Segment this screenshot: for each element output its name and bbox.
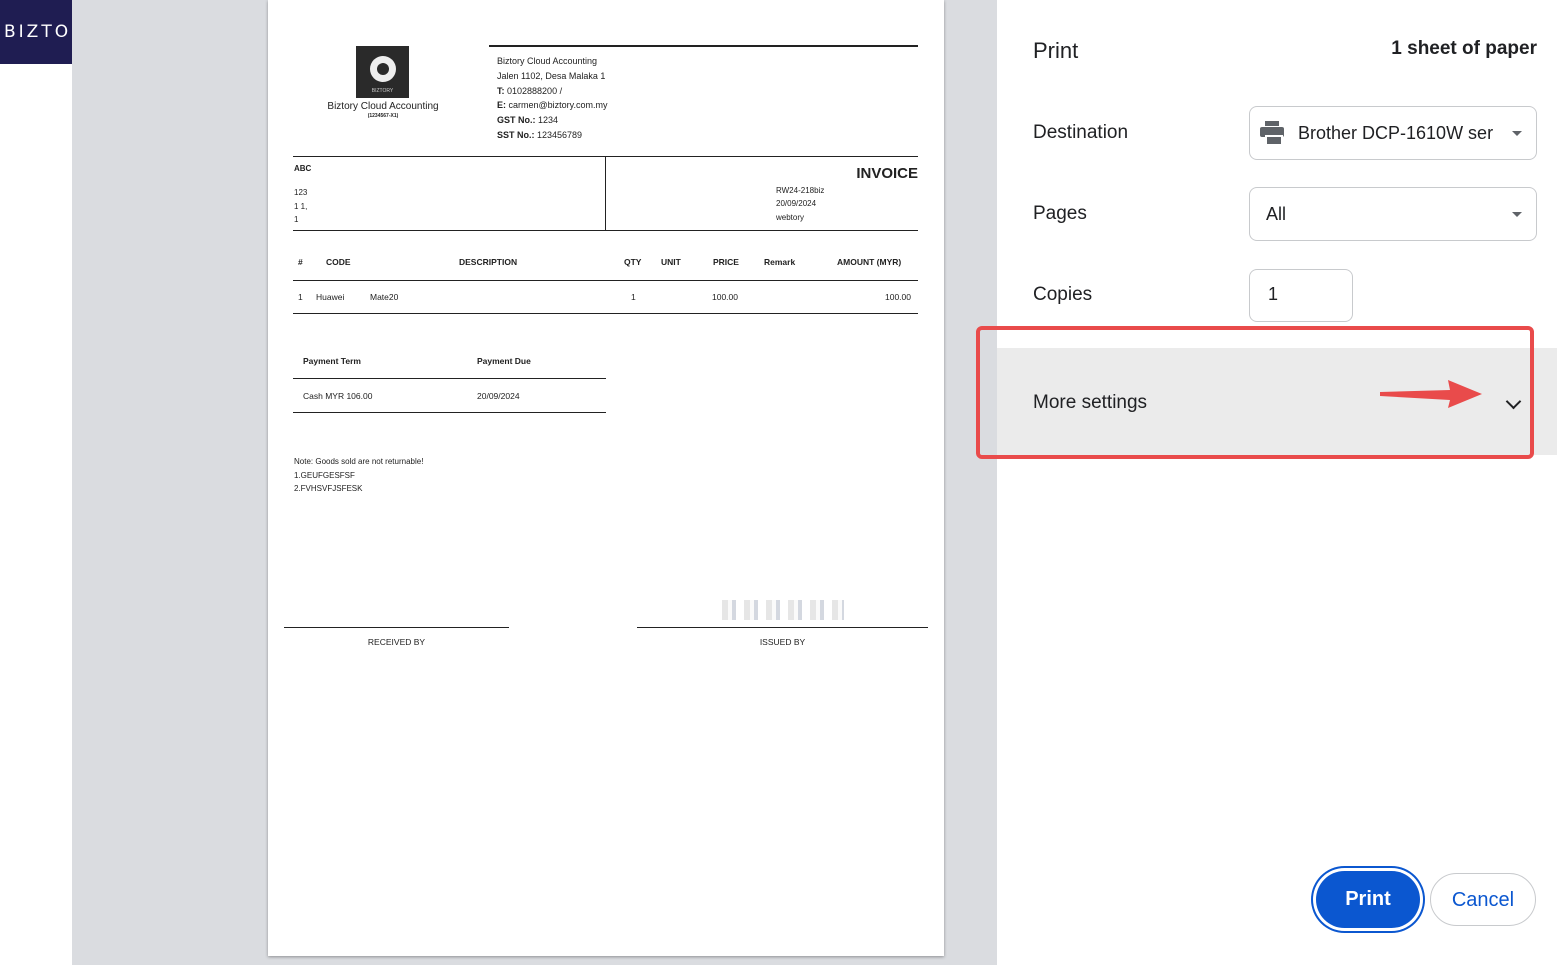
- invoice-meta: RW24-218biz 20/09/2024 webtory: [776, 186, 825, 222]
- payment-term-label: Payment Term: [303, 356, 361, 366]
- item-price: 100.00: [712, 292, 738, 302]
- pages-select[interactable]: All: [1249, 187, 1537, 241]
- column-header: PRICE: [713, 257, 739, 267]
- column-header: AMOUNT (MYR): [837, 257, 902, 267]
- divider: [489, 45, 918, 47]
- dropdown-arrow-icon: [1512, 212, 1522, 217]
- column-header: QTY: [624, 257, 642, 267]
- panel-title: Print: [1033, 38, 1079, 63]
- item-description: Mate20: [370, 292, 399, 302]
- copies-input[interactable]: 1: [1249, 269, 1353, 322]
- column-header: Remark: [764, 257, 796, 267]
- payment-due-label: Payment Due: [477, 356, 531, 366]
- signature-image: [722, 600, 844, 620]
- dropdown-arrow-icon: [1512, 131, 1522, 136]
- copies-label: Copies: [1033, 284, 1093, 305]
- bill-to-address: 123 1 1, 1: [294, 188, 308, 224]
- payment-due: 20/09/2024: [477, 391, 520, 401]
- pages-label: Pages: [1033, 203, 1087, 224]
- item-amount: 100.00: [885, 292, 911, 302]
- logo-icon: [370, 56, 396, 82]
- company-reg: (1234567-X1): [367, 113, 399, 119]
- divider: [293, 412, 606, 413]
- destination-label: Destination: [1033, 122, 1129, 143]
- print-preview-area[interactable]: BIZTORY Biztory Cloud Accounting (123456…: [72, 0, 997, 965]
- annotation-arrow-icon: [1380, 380, 1482, 408]
- destination-select[interactable]: Brother DCP-1610W ser: [1249, 106, 1537, 160]
- divider: [293, 280, 918, 281]
- sst-line: SST No.: 123456789: [497, 129, 583, 140]
- divider: [293, 230, 918, 231]
- divider: [293, 378, 606, 379]
- divider: [605, 157, 606, 230]
- address-line: Jalen 1102, Desa Malaka 1: [497, 70, 606, 81]
- printer-icon: [1260, 121, 1284, 146]
- address-line: Biztory Cloud Accounting: [497, 56, 598, 66]
- invoice-title: INVOICE: [856, 165, 918, 182]
- company-logo: BIZTORY: [356, 46, 409, 98]
- invoice-page: BIZTORY Biztory Cloud Accounting (123456…: [268, 0, 944, 956]
- cancel-button[interactable]: Cancel: [1430, 873, 1536, 926]
- column-header: DESCRIPTION: [459, 257, 518, 267]
- pages-value: All: [1266, 204, 1287, 224]
- column-header: UNIT: [661, 257, 681, 267]
- item-qty: 1: [631, 292, 636, 302]
- payment-term: Cash MYR 106.00: [303, 391, 373, 401]
- print-button[interactable]: Print: [1316, 871, 1420, 928]
- divider: [293, 313, 918, 314]
- invoice-notes: Note: Goods sold are not returnable! 1.G…: [294, 457, 424, 493]
- signature-line: [284, 627, 509, 628]
- company-address: Biztory Cloud Accounting Jalen 1102, Des…: [497, 54, 608, 143]
- sheet-count: 1 sheet of paper: [1391, 38, 1537, 59]
- gst-line: GST No.: 1234: [497, 115, 559, 126]
- column-header: #: [298, 257, 303, 267]
- item-code: Huawei: [316, 292, 345, 302]
- email-line: E: carmen@biztory.com.my: [497, 100, 608, 111]
- app-logo: BIZTO: [0, 0, 72, 64]
- bill-to-name: ABC: [294, 164, 312, 173]
- company-name: Biztory Cloud Accounting: [327, 101, 439, 112]
- item-no: 1: [298, 292, 303, 302]
- logo-text: BIZTORY: [371, 88, 394, 94]
- destination-value: Brother DCP-1610W ser: [1298, 123, 1494, 143]
- received-by-label: RECEIVED BY: [367, 637, 426, 647]
- column-header: CODE: [326, 257, 351, 267]
- issued-by-label: ISSUED BY: [759, 637, 806, 647]
- signature-line: [637, 627, 928, 628]
- app-background: [0, 0, 72, 965]
- phone-line: T: 0102888200 /: [497, 85, 563, 96]
- print-settings-panel: Print 1 sheet of paper Destination Broth…: [997, 0, 1557, 965]
